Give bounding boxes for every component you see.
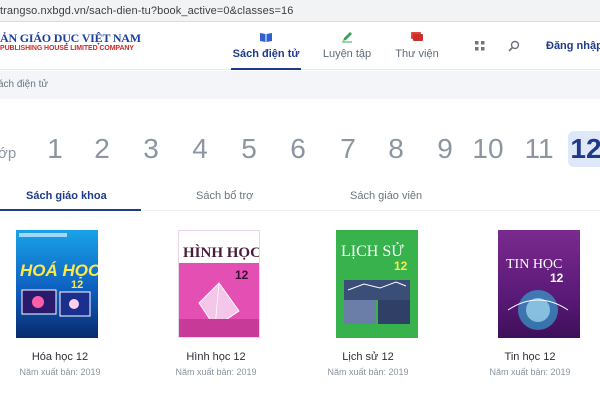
- tab-library[interactable]: Thư viện: [390, 22, 444, 70]
- publisher-logo[interactable]: ẢN GIÁO DỤC VIỆT NAM PUBLISHING HOUSE LI…: [0, 31, 141, 57]
- active-tab-indicator: [231, 68, 301, 70]
- cover-artwork: HÌNH HỌC 12: [179, 244, 259, 337]
- book-year: Năm xuất bản: 2019: [489, 367, 571, 377]
- tab-library-label: Thư viện: [395, 48, 439, 60]
- pencil-icon: [341, 30, 353, 44]
- cover-artwork: LỊCH SỬ 12: [341, 241, 410, 324]
- logo-subtitle: PUBLISHING HOUSE LIMITED COMPANY: [0, 45, 134, 52]
- apps-grid-icon[interactable]: [475, 41, 485, 51]
- cover-title: LỊCH SỬ: [341, 241, 404, 260]
- book-title[interactable]: Tin học 12: [470, 351, 590, 363]
- book-year: Năm xuất bản: 2019: [327, 367, 409, 377]
- cover-grade: 12: [550, 271, 564, 285]
- tab-teacher-books[interactable]: Sách giáo viên: [350, 190, 422, 212]
- library-icon: [410, 30, 424, 44]
- search-icon[interactable]: [508, 40, 520, 52]
- book-cover[interactable]: LỊCH SỬ 12: [336, 230, 418, 338]
- breadcrumb: ách điện tử: [0, 71, 600, 99]
- book-tab-active-indicator: [0, 209, 141, 211]
- page: trangso.nxbgd.vn/sach-dien-tu?book_activ…: [0, 0, 600, 400]
- class-1-button[interactable]: 1: [44, 131, 66, 167]
- book-title[interactable]: Hóa học 12: [0, 351, 120, 363]
- class-11-button[interactable]: 11: [521, 131, 557, 167]
- breadcrumb-current: ách điện tử: [0, 79, 49, 90]
- logo-title: ẢN GIÁO DỤC VIỆT NAM: [0, 31, 141, 45]
- cover-title: TIN HỌC: [506, 257, 562, 272]
- book-icon: [259, 30, 273, 44]
- cover-title: HOÁ HỌC: [20, 261, 98, 280]
- class-9-button[interactable]: 9: [434, 131, 456, 167]
- cover-title: HÌNH HỌC: [183, 244, 259, 261]
- top-nav: ẢN GIÁO DỤC VIỆT NAM PUBLISHING HOUSE LI…: [0, 22, 600, 70]
- class-2-button[interactable]: 2: [91, 131, 113, 167]
- cover-artwork: TIN HỌC 12: [506, 257, 569, 330]
- address-url[interactable]: trangso.nxbgd.vn/sach-dien-tu?book_activ…: [0, 5, 293, 17]
- book-year: Năm xuất bản: 2019: [19, 367, 101, 377]
- cover-grade: 12: [394, 259, 408, 273]
- book-title[interactable]: Lịch sử 12: [308, 351, 428, 363]
- login-button[interactable]: Đăng nhập: [546, 40, 600, 52]
- book-title[interactable]: Hình học 12: [156, 351, 276, 363]
- tab-ebooks-label: Sách điện tử: [232, 48, 300, 60]
- class-10-button[interactable]: 10: [470, 131, 506, 167]
- book-cover[interactable]: HOÁ HỌC 12: [16, 230, 98, 338]
- class-6-button[interactable]: 6: [287, 131, 309, 167]
- tab-supplementary[interactable]: Sách bổ trợ: [196, 190, 253, 212]
- cover-artwork: HOÁ HỌC 12: [19, 233, 98, 317]
- class-4-button[interactable]: 4: [189, 131, 211, 167]
- book-year: Năm xuất bản: 2019: [175, 367, 257, 377]
- tab-ebooks[interactable]: Sách điện tử: [231, 22, 301, 70]
- class-12-button[interactable]: 12: [568, 131, 600, 167]
- class-label: ớp: [0, 145, 17, 162]
- class-7-button[interactable]: 7: [337, 131, 359, 167]
- tab-practice[interactable]: Luyện tập: [318, 22, 376, 70]
- cover-grade: 12: [235, 268, 249, 282]
- class-3-button[interactable]: 3: [140, 131, 162, 167]
- tab-practice-label: Luyện tập: [322, 48, 372, 60]
- book-cover[interactable]: TIN HỌC 12: [498, 230, 580, 338]
- book-cover[interactable]: HÌNH HỌC 12: [178, 230, 260, 338]
- address-bar[interactable]: trangso.nxbgd.vn/sach-dien-tu?book_activ…: [0, 0, 600, 22]
- class-5-button[interactable]: 5: [238, 131, 260, 167]
- cover-grade: 12: [71, 279, 83, 291]
- class-8-button[interactable]: 8: [385, 131, 407, 167]
